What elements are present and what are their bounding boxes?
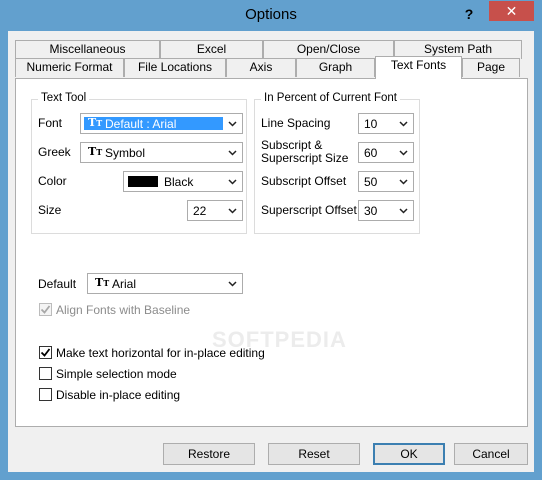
tab-file-locations[interactable]: File Locations [124,58,226,77]
font-value: Default : Arial [105,117,177,131]
subsup-label-line1: Subscript & [261,138,323,152]
restore-button[interactable]: Restore [163,443,255,465]
title-bar: Options ? ✕ [0,0,542,31]
greek-value: Symbol [105,146,146,160]
checkmark-icon [40,348,51,357]
make-horizontal-checkbox[interactable] [39,346,52,359]
tab-graph[interactable]: Graph [296,58,375,77]
size-label: Size [38,203,62,217]
color-swatch [128,176,158,187]
chevron-down-icon [228,208,237,214]
simple-selection-label: Simple selection mode [56,367,177,381]
greek-combo[interactable]: TT Symbol [80,142,243,163]
tab-numeric-format[interactable]: Numeric Format [15,58,124,77]
tab-miscellaneous[interactable]: Miscellaneous [15,40,160,59]
disable-inplace-label: Disable in-place editing [56,388,181,402]
align-baseline-label: Align Fonts with Baseline [56,303,191,317]
sub-offset-combo[interactable]: 50 [358,171,414,192]
font-label: Font [38,116,63,130]
chevron-down-icon [228,281,237,287]
sup-offset-value: 30 [364,204,378,218]
color-combo[interactable]: Black [123,171,243,192]
cancel-button[interactable]: Cancel [454,443,528,465]
color-label: Color [38,174,67,188]
checkmark-icon [40,305,51,314]
tab-text-fonts[interactable]: Text Fonts [375,56,462,79]
color-value: Black [164,175,194,189]
dialog-client: Miscellaneous Excel Open/Close System Pa… [8,31,534,472]
line-spacing-combo[interactable]: 10 [358,113,414,134]
font-combo[interactable]: TT Default : Arial [80,113,243,134]
tt-font-icon: TT [88,145,103,158]
tab-page[interactable]: Page [462,58,520,77]
close-button[interactable]: ✕ [489,1,534,21]
tt-font-icon: TT [88,116,103,129]
percent-group-title: In Percent of Current Font [261,92,400,104]
chevron-down-icon [399,208,408,214]
line-spacing-label: Line Spacing [261,116,331,130]
simple-selection-checkbox[interactable] [39,367,52,380]
chevron-down-icon [228,150,237,156]
size-value: 22 [193,204,207,218]
sub-offset-label: Subscript Offset [261,174,347,188]
chevron-down-icon [228,179,237,185]
sub-offset-value: 50 [364,175,378,189]
default-font-value: Arial [112,277,137,291]
reset-button[interactable]: Reset [268,443,360,465]
align-baseline-checkbox[interactable] [39,303,52,316]
chevron-down-icon [399,150,408,156]
subsup-size-combo[interactable]: 60 [358,142,414,163]
chevron-down-icon [399,179,408,185]
line-spacing-value: 10 [364,117,378,131]
chevron-down-icon [399,121,408,127]
make-horizontal-label: Make text horizontal for in-place editin… [56,346,265,360]
chevron-down-icon [228,121,237,127]
tab-axis[interactable]: Axis [226,58,296,77]
options-window: Options ? ✕ Miscellaneous Excel Open/Clo… [0,0,542,480]
text-tool-group-title: Text Tool [38,92,90,104]
default-font-combo[interactable]: TT Arial [87,273,243,294]
subsup-size-value: 60 [364,146,378,160]
help-button[interactable]: ? [456,3,482,25]
tab-excel[interactable]: Excel [160,40,263,59]
default-font-label: Default [38,277,77,291]
sup-offset-combo[interactable]: 30 [358,200,414,221]
disable-inplace-checkbox[interactable] [39,388,52,401]
greek-label: Greek [38,145,71,159]
sup-offset-label: Superscript Offset [261,203,357,217]
subsup-label-line2: Superscript Size [261,151,349,165]
ok-button[interactable]: OK [373,443,445,465]
size-combo[interactable]: 22 [187,200,243,221]
tt-font-icon: TT [95,276,110,289]
text-fonts-panel: Text Tool Font TT Default : Arial Greek … [15,78,528,427]
